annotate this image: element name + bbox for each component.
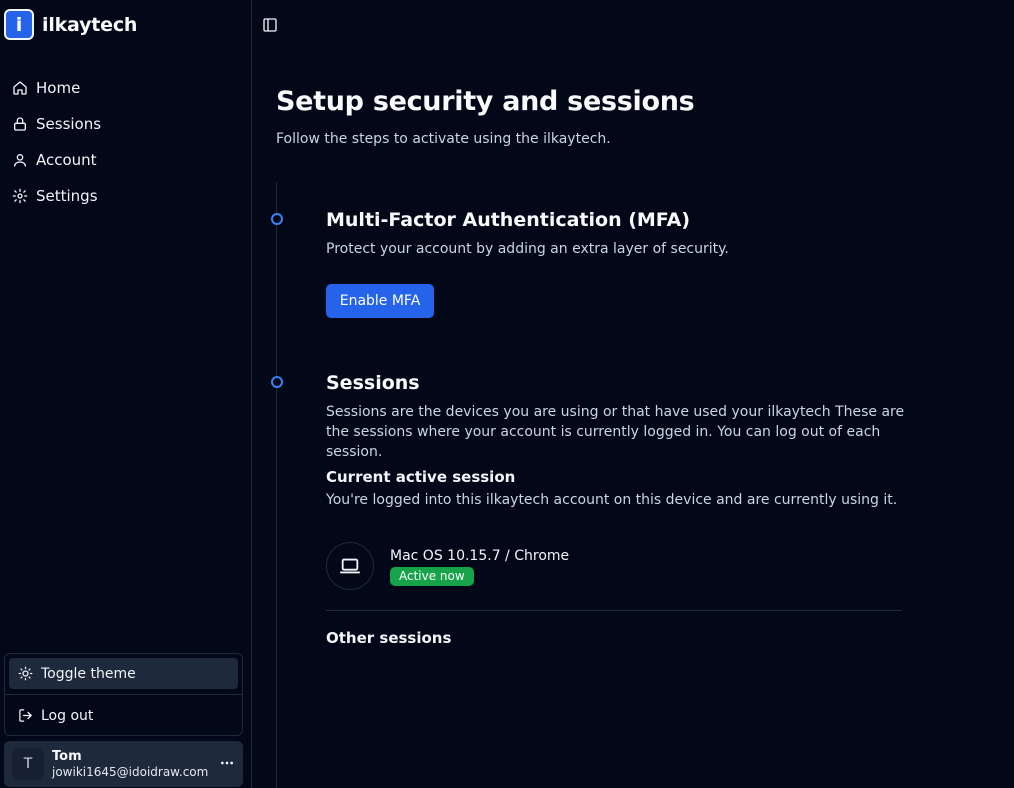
mfa-description: Protect your account by adding an extra … (326, 241, 729, 257)
brand-name: ilkaytech (42, 13, 138, 36)
sidebar-toggle-icon[interactable] (262, 17, 278, 33)
more-horizontal-icon[interactable] (219, 755, 235, 771)
app: i ilkaytech Home Sessions Account Settin… (0, 0, 1014, 788)
status-badge: Active now (390, 567, 474, 586)
user-email: jowiki1645@idoidraw.com (52, 764, 209, 779)
user-card[interactable]: T Tom jowiki1645@idoidraw.com (4, 741, 243, 787)
log-out-label: Log out (41, 707, 94, 724)
sidebar-item-label: Home (36, 79, 81, 97)
current-session-title: Current active session (326, 468, 516, 486)
log-out-icon (19, 709, 32, 722)
menu-divider (5, 694, 242, 695)
log-out-menu-item[interactable]: Log out (9, 700, 238, 731)
sun-icon (18, 666, 33, 681)
device-icon-wrapper (326, 542, 374, 590)
brand-logo: i (4, 9, 34, 40)
sidebar-item-settings[interactable]: Settings (0, 178, 251, 214)
other-sessions-title: Other sessions (326, 629, 452, 647)
sidebar: i ilkaytech Home Sessions Account Settin… (0, 0, 252, 788)
current-session-description: You're logged into this ilkaytech accoun… (326, 492, 898, 508)
sidebar-item-sessions[interactable]: Sessions (0, 106, 251, 142)
enable-mfa-button[interactable]: Enable MFA (326, 284, 434, 318)
page-title: Setup security and sessions (276, 86, 695, 117)
gear-icon (12, 188, 28, 204)
laptop-icon (339, 558, 361, 574)
toggle-theme-label: Toggle theme (41, 665, 136, 682)
page-subtitle: Follow the steps to activate using the i… (276, 131, 611, 147)
home-icon (13, 81, 27, 95)
section-divider (326, 610, 902, 611)
sidebar-item-label: Settings (36, 187, 98, 205)
sessions-description: Sessions are the devices you are using o… (326, 404, 905, 460)
user-menu-popup: Toggle theme Log out (4, 653, 243, 736)
sidebar-item-home[interactable]: Home (0, 70, 251, 106)
avatar: T (12, 748, 44, 780)
sidebar-item-account[interactable]: Account (0, 142, 251, 178)
user-info: Tom jowiki1645@idoidraw.com (52, 749, 208, 779)
user-icon (14, 154, 26, 167)
mfa-title: Multi-Factor Authentication (MFA) (326, 209, 690, 231)
toggle-theme-menu-item[interactable]: Toggle theme (9, 658, 238, 689)
timeline-step-sessions-dot (271, 376, 283, 388)
lock-icon (14, 117, 26, 131)
user-name: Tom (52, 749, 82, 764)
sidebar-item-label: Sessions (36, 115, 102, 133)
main-content: Setup security and sessions Follow the s… (252, 0, 1014, 788)
sidebar-item-label: Account (36, 151, 97, 169)
sidebar-nav: Home Sessions Account Settings (0, 70, 251, 214)
brand[interactable]: i ilkaytech (4, 9, 137, 40)
device-name: Mac OS 10.15.7 / Chrome (390, 548, 570, 564)
sessions-title: Sessions (326, 372, 420, 394)
timeline-line (276, 182, 277, 788)
timeline-step-mfa-dot (271, 213, 283, 225)
